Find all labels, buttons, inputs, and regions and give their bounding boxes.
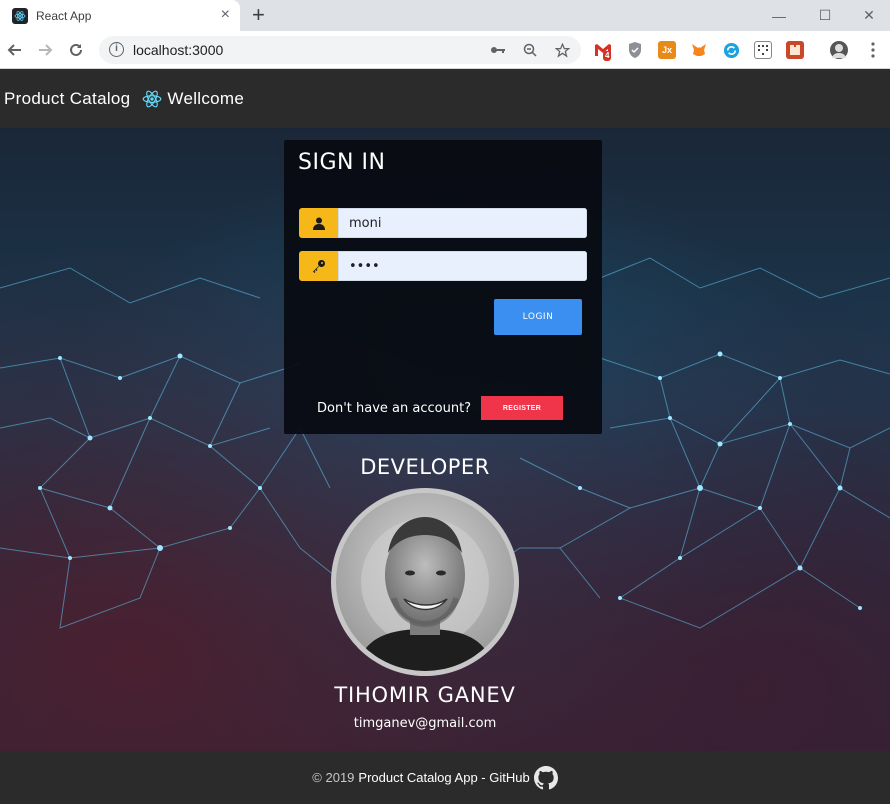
key-icon — [299, 251, 338, 281]
signin-title: SIGN IN — [298, 150, 386, 175]
sync-extension-icon[interactable] — [722, 41, 740, 59]
reload-icon[interactable] — [64, 38, 88, 62]
gmail-badge: 4 — [603, 51, 612, 61]
app-footer: © 2019 Product Catalog App - GitHub — [0, 751, 890, 804]
react-logo-icon — [143, 90, 162, 107]
tab-close-icon[interactable]: × — [221, 7, 230, 23]
shield-extension-icon[interactable] — [626, 41, 644, 59]
metamask-extension-icon[interactable] — [690, 41, 708, 59]
zoom-out-icon[interactable] — [520, 40, 540, 60]
jx-extension-icon[interactable]: Jx — [658, 41, 676, 59]
app-navbar: Product Catalog Wellcome — [0, 69, 890, 128]
signin-card: SIGN IN moni •••• LOGIN Don't have an ac… — [284, 140, 602, 434]
address-url: localhost:3000 — [133, 42, 224, 58]
login-button[interactable]: LOGIN — [494, 299, 582, 335]
minimize-button[interactable]: — — [756, 0, 802, 31]
username-field[interactable]: moni — [299, 208, 587, 238]
github-icon[interactable] — [533, 765, 558, 790]
browser-toolbar: i localhost:3000 4 Jx — [0, 31, 890, 69]
developer-title: DEVELOPER — [360, 455, 490, 479]
maximize-button[interactable]: ☐ — [802, 0, 848, 31]
username-input[interactable]: moni — [338, 208, 587, 238]
developer-photo — [336, 493, 514, 671]
footer-copyright: © 2019 — [312, 770, 355, 785]
browser-tab[interactable]: React App × — [0, 0, 240, 31]
navbar-brand[interactable]: Product Catalog — [4, 89, 130, 109]
profile-avatar-icon[interactable] — [830, 41, 848, 59]
developer-avatar — [331, 488, 519, 676]
new-tab-button[interactable]: + — [252, 3, 265, 27]
footer-github-link[interactable]: Product Catalog App - GitHub — [358, 770, 529, 785]
key-icon[interactable] — [488, 40, 508, 60]
user-icon — [299, 208, 338, 238]
password-field[interactable]: •••• — [299, 251, 587, 281]
gmail-extension-icon[interactable]: 4 — [594, 41, 612, 61]
password-input[interactable]: •••• — [338, 251, 587, 281]
developer-name: TIHOMIR GANEV — [334, 683, 516, 707]
developer-email[interactable]: timganev@gmail.com — [0, 716, 850, 731]
binary-extension-icon[interactable] — [754, 41, 772, 59]
menu-dots-icon[interactable] — [864, 41, 882, 59]
bookmark-star-icon[interactable] — [552, 40, 572, 60]
navbar-welcome-link[interactable]: Wellcome — [167, 89, 244, 109]
tab-title: React App — [36, 8, 92, 23]
info-icon[interactable]: i — [109, 42, 124, 57]
react-favicon-icon — [12, 7, 28, 24]
puzzle-extension-icon[interactable] — [786, 41, 804, 59]
back-icon[interactable] — [2, 38, 26, 62]
browser-tabstrip: React App × + — ☐ ✕ — [0, 0, 890, 31]
register-button[interactable]: REGISTER — [481, 396, 563, 420]
address-bar[interactable]: i localhost:3000 — [99, 36, 581, 64]
forward-icon[interactable] — [34, 38, 58, 62]
no-account-text: Don't have an account? — [317, 401, 472, 416]
close-window-button[interactable]: ✕ — [846, 0, 890, 31]
